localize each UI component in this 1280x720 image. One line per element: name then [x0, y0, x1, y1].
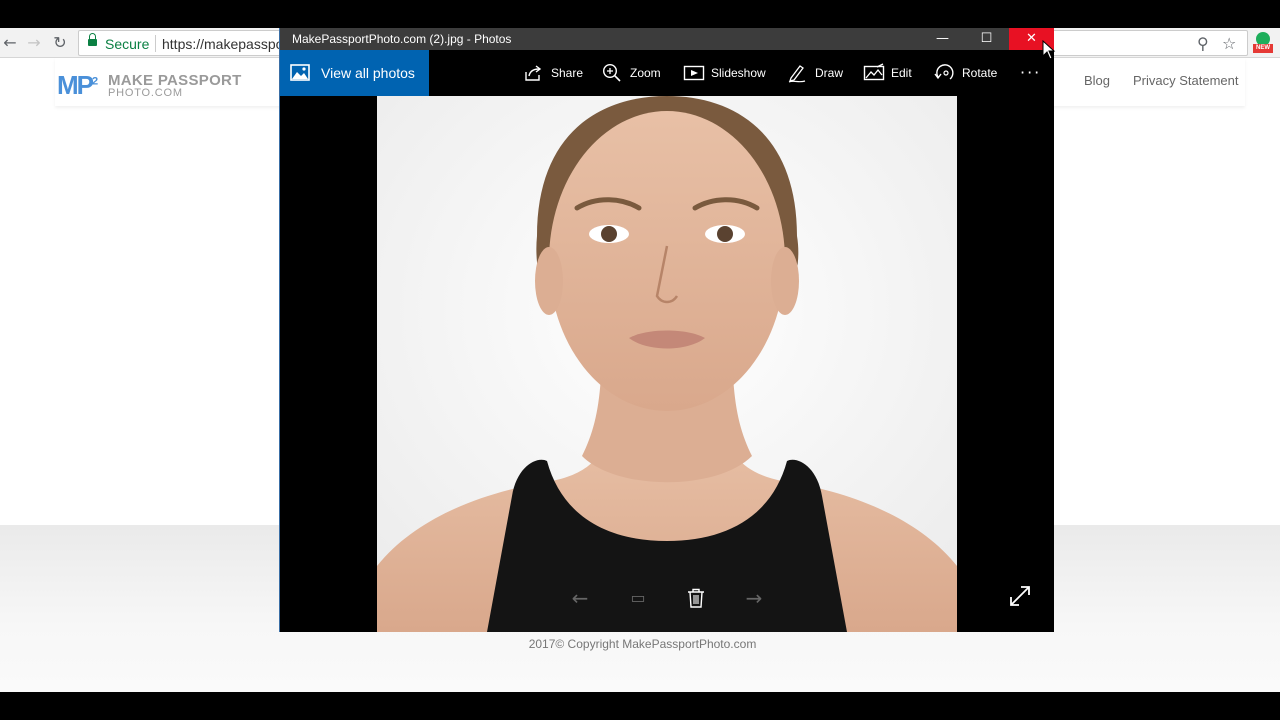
edit-icon [863, 63, 885, 81]
draw-icon [788, 65, 806, 83]
nav-item-privacy[interactable]: Privacy Statement [1133, 73, 1239, 88]
slideshow-label: Slideshow [711, 66, 766, 80]
comment-icon[interactable]: ▭ [623, 583, 653, 613]
star-icon[interactable]: ☆ [1222, 34, 1236, 53]
slideshow-icon [683, 65, 705, 81]
delete-button[interactable] [681, 583, 711, 613]
trash-icon [688, 588, 704, 608]
back-arrow-icon[interactable]: ← [0, 33, 20, 53]
more-options-button[interactable]: ··· [1020, 63, 1041, 82]
draw-label: Draw [815, 66, 844, 80]
edit-label: Edit [891, 66, 912, 80]
displayed-photo[interactable] [377, 96, 957, 632]
image-icon [290, 64, 310, 81]
site-logo[interactable]: MP2 [57, 70, 98, 101]
photo-canvas: ← ▭ → [280, 96, 1054, 632]
forward-arrow-icon[interactable]: → [24, 33, 44, 53]
next-arrow-icon[interactable]: → [739, 583, 769, 613]
share-icon [525, 65, 542, 81]
secure-label: Secure [105, 36, 150, 52]
logo-mark-text: MP [57, 70, 94, 100]
portrait-image [377, 96, 957, 632]
maximize-button[interactable]: ☐ [964, 28, 1009, 50]
url-separator [155, 35, 156, 52]
search-icon[interactable]: ⚲ [1197, 34, 1209, 53]
view-all-label: View all photos [321, 65, 415, 81]
rotate-label: Rotate [962, 66, 998, 80]
lock-icon [88, 33, 97, 48]
copyright-text: 2017© Copyright MakePassportPhoto.com [528, 637, 757, 651]
view-all-photos-button[interactable]: View all photos [280, 50, 429, 96]
extension-badge: NEW [1253, 44, 1273, 53]
photos-window: MakePassportPhoto.com (2).jpg - Photos —… [279, 28, 1054, 632]
rotate-icon [934, 64, 954, 80]
photos-toolbar: View all photos Share Zoom Slideshow Dra… [280, 50, 1054, 96]
reload-icon[interactable]: ↻ [50, 33, 70, 53]
desktop: ← → ↻ Secure https://makepasspo ⚲ ☆ NEW … [0, 0, 1280, 720]
minimize-button[interactable]: — [920, 28, 965, 50]
url-text[interactable]: https://makepasspo [162, 36, 283, 52]
previous-arrow-icon[interactable]: ← [565, 583, 595, 613]
mouse-cursor-icon [1042, 40, 1056, 60]
zoom-label: Zoom [630, 66, 661, 80]
logo-superscript: 2 [92, 75, 98, 88]
logo-line2: PHOTO.COM [108, 87, 183, 99]
window-title: MakePassportPhoto.com (2).jpg - Photos [292, 32, 512, 46]
extension-icon[interactable]: NEW [1253, 32, 1273, 54]
share-label: Share [551, 66, 584, 80]
photo-nav-strip: ← ▭ → [551, 569, 783, 627]
nav-item-blog[interactable]: Blog [1084, 73, 1110, 88]
photos-titlebar[interactable]: MakePassportPhoto.com (2).jpg - Photos —… [280, 28, 1054, 50]
zoom-icon [602, 63, 621, 82]
fullscreen-expand-icon[interactable] [1008, 584, 1032, 608]
